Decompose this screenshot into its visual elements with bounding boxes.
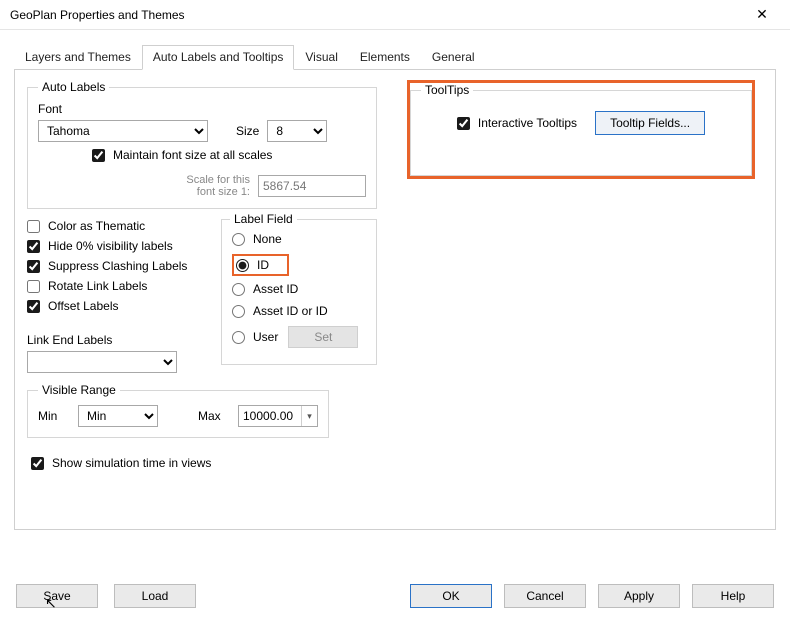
- offset-labels-checkbox[interactable]: Offset Labels: [27, 299, 207, 313]
- labelfield-assetid-or-id-radio[interactable]: Asset ID or ID: [232, 304, 366, 318]
- interactive-tooltips-checkbox[interactable]: Interactive Tooltips: [457, 116, 577, 130]
- font-label: Font: [38, 102, 62, 116]
- visible-range-group: Visible Range Min Min Max ▾: [27, 383, 329, 438]
- min-select[interactable]: Min: [78, 405, 158, 427]
- chevron-down-icon[interactable]: ▾: [301, 406, 317, 426]
- save-button[interactable]: Save: [16, 584, 98, 608]
- suppress-clash-checkbox[interactable]: Suppress Clashing Labels: [27, 259, 207, 273]
- labelfield-set-button: Set: [288, 326, 358, 348]
- tab-layers-and-themes[interactable]: Layers and Themes: [14, 45, 142, 70]
- tooltips-legend: ToolTips: [421, 83, 473, 97]
- tooltip-fields-button[interactable]: Tooltip Fields...: [595, 111, 705, 135]
- color-as-thematic-checkbox[interactable]: Color as Thematic: [27, 219, 207, 233]
- scale-label: Scale for this font size 1:: [186, 174, 250, 198]
- show-sim-input[interactable]: [31, 457, 44, 470]
- label-field-legend: Label Field: [230, 212, 297, 226]
- link-end-legend: Link End Labels: [27, 333, 207, 347]
- size-label: Size: [236, 124, 259, 138]
- cancel-button[interactable]: Cancel: [504, 584, 586, 608]
- hide-zero-checkbox[interactable]: Hide 0% visibility labels: [27, 239, 207, 253]
- dialog-button-bar: Save Load OK Cancel Apply Help ↖: [0, 572, 790, 624]
- suppress-clash-input[interactable]: [27, 260, 40, 273]
- interactive-tooltips-input[interactable]: [457, 117, 470, 130]
- labelfield-assetid-radio[interactable]: Asset ID: [232, 282, 366, 296]
- size-select[interactable]: 8: [267, 120, 327, 142]
- show-sim-checkbox[interactable]: Show simulation time in views: [31, 456, 211, 470]
- color-as-thematic-input[interactable]: [27, 220, 40, 233]
- link-end-select[interactable]: [27, 351, 177, 373]
- tooltips-highlight: ToolTips Interactive Tooltips Tooltip Fi…: [407, 80, 755, 179]
- load-button[interactable]: Load: [114, 584, 196, 608]
- labelfield-id-radio[interactable]: ID: [236, 258, 269, 272]
- auto-labels-group: Auto Labels Font Tahoma Size 8: [27, 80, 377, 209]
- font-select[interactable]: Tahoma: [38, 120, 208, 142]
- tab-auto-labels-and-tooltips[interactable]: Auto Labels and Tooltips: [142, 45, 295, 70]
- offset-labels-input[interactable]: [27, 300, 40, 313]
- auto-labels-legend: Auto Labels: [38, 80, 109, 94]
- visible-range-legend: Visible Range: [38, 383, 120, 397]
- tab-elements[interactable]: Elements: [349, 45, 421, 70]
- apply-button[interactable]: Apply: [598, 584, 680, 608]
- tab-visual[interactable]: Visual: [294, 45, 348, 70]
- maintain-font-checkbox[interactable]: Maintain font size at all scales: [92, 148, 272, 162]
- ok-button[interactable]: OK: [410, 584, 492, 608]
- tabstrip: Layers and Themes Auto Labels and Toolti…: [14, 44, 776, 70]
- min-label: Min: [38, 409, 68, 423]
- close-icon[interactable]: ✕: [742, 1, 782, 29]
- label-field-group: Label Field None ID: [221, 219, 377, 365]
- scale-value-field: [258, 175, 366, 197]
- hide-zero-input[interactable]: [27, 240, 40, 253]
- labelfield-none-radio[interactable]: None: [232, 232, 366, 246]
- help-button[interactable]: Help: [692, 584, 774, 608]
- window-title: GeoPlan Properties and Themes: [10, 8, 185, 22]
- maintain-font-label: Maintain font size at all scales: [113, 148, 272, 162]
- maintain-font-input[interactable]: [92, 149, 105, 162]
- max-label: Max: [198, 409, 228, 423]
- rotate-link-checkbox[interactable]: Rotate Link Labels: [27, 279, 207, 293]
- tab-general[interactable]: General: [421, 45, 486, 70]
- labelfield-user-radio[interactable]: User: [232, 330, 278, 344]
- rotate-link-input[interactable]: [27, 280, 40, 293]
- tooltips-group: ToolTips Interactive Tooltips Tooltip Fi…: [410, 83, 752, 176]
